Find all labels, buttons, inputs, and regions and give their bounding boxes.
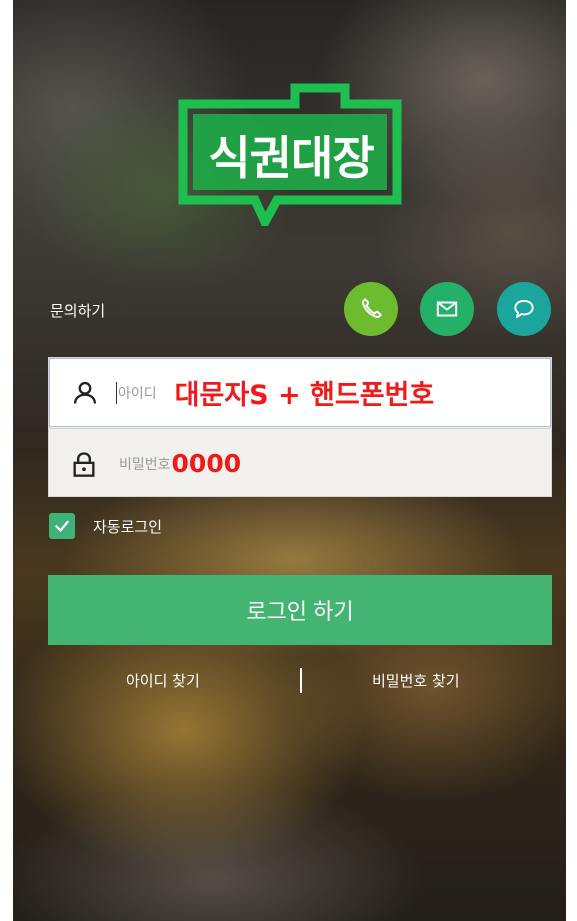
- auto-login-toggle[interactable]: 자동로그인: [49, 513, 162, 539]
- chat-icon: [514, 299, 534, 319]
- login-button[interactable]: 로그인 하기: [48, 575, 552, 645]
- password-input[interactable]: 비밀번호 0000: [49, 428, 551, 498]
- logo-text: 식권대장: [208, 131, 374, 185]
- id-hint-annotation: 대문자S + 핸드폰번호: [174, 380, 435, 411]
- link-divider: [300, 668, 302, 693]
- login-screen: 식권대장 문의하기 아이디 대문자S + 핸드폰번호 비밀번호 0000 자동로…: [13, 0, 566, 921]
- phone-button[interactable]: [344, 282, 398, 336]
- mail-button[interactable]: [420, 282, 474, 336]
- user-icon: [66, 374, 104, 412]
- checkmark-icon: [55, 520, 69, 532]
- auto-login-checkbox[interactable]: [49, 513, 75, 539]
- app-logo: 식권대장: [173, 82, 407, 226]
- login-form: 아이디 대문자S + 핸드폰번호 비밀번호 0000: [48, 357, 552, 497]
- phone-icon: [362, 298, 382, 318]
- lock-icon: [65, 445, 103, 483]
- contact-label: 문의하기: [50, 302, 106, 320]
- password-placeholder: 비밀번호: [119, 456, 171, 473]
- mail-icon: [436, 301, 458, 317]
- find-id-link[interactable]: 아이디 찾기: [126, 670, 200, 691]
- find-password-link[interactable]: 비밀번호 찾기: [372, 670, 460, 691]
- id-placeholder: 아이디: [118, 385, 157, 402]
- text-caret: [116, 381, 117, 404]
- account-recovery-links: 아이디 찾기 비밀번호 찾기: [48, 668, 552, 694]
- password-hint-annotation: 0000: [171, 449, 242, 478]
- id-input[interactable]: 아이디 대문자S + 핸드폰번호: [49, 358, 551, 427]
- chat-button[interactable]: [497, 282, 551, 336]
- auto-login-label: 자동로그인: [93, 517, 163, 536]
